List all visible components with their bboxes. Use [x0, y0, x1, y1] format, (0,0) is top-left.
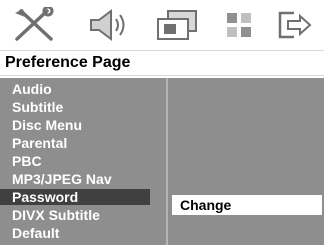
audio-setup-icon[interactable] [84, 6, 136, 44]
menu-item-divx-subtitle[interactable]: DIVX Subtitle [0, 207, 150, 223]
preference-setup-icon[interactable] [217, 6, 261, 44]
menu-item-parental[interactable]: Parental [0, 135, 150, 151]
video-setup-icon[interactable] [150, 6, 206, 44]
page-title: Preference Page [5, 54, 131, 71]
option-list: Change [168, 78, 324, 245]
menu-item-pbc[interactable]: PBC [0, 153, 150, 169]
menu-item-subtitle[interactable]: Subtitle [0, 99, 150, 115]
menu-item-disc-menu[interactable]: Disc Menu [0, 117, 150, 133]
menu-item-default[interactable]: Default [0, 225, 150, 241]
menu-item-list: Audio Subtitle Disc Menu Parental PBC MP… [0, 78, 166, 245]
general-setup-icon[interactable] [8, 6, 60, 44]
setup-icon-bar [0, 0, 324, 50]
menu-item-mp3-jpeg-nav[interactable]: MP3/JPEG Nav [0, 171, 150, 187]
menu-item-audio[interactable]: Audio [0, 81, 150, 97]
setup-menu: Audio Subtitle Disc Menu Parental PBC MP… [0, 78, 324, 245]
exit-icon[interactable] [268, 6, 320, 44]
menu-item-password[interactable]: Password [0, 189, 150, 205]
page-title-bar: Preference Page [0, 50, 324, 76]
dvd-setup-screen: Preference Page Audio Subtitle Disc Menu… [0, 0, 324, 245]
option-change[interactable]: Change [172, 195, 322, 215]
